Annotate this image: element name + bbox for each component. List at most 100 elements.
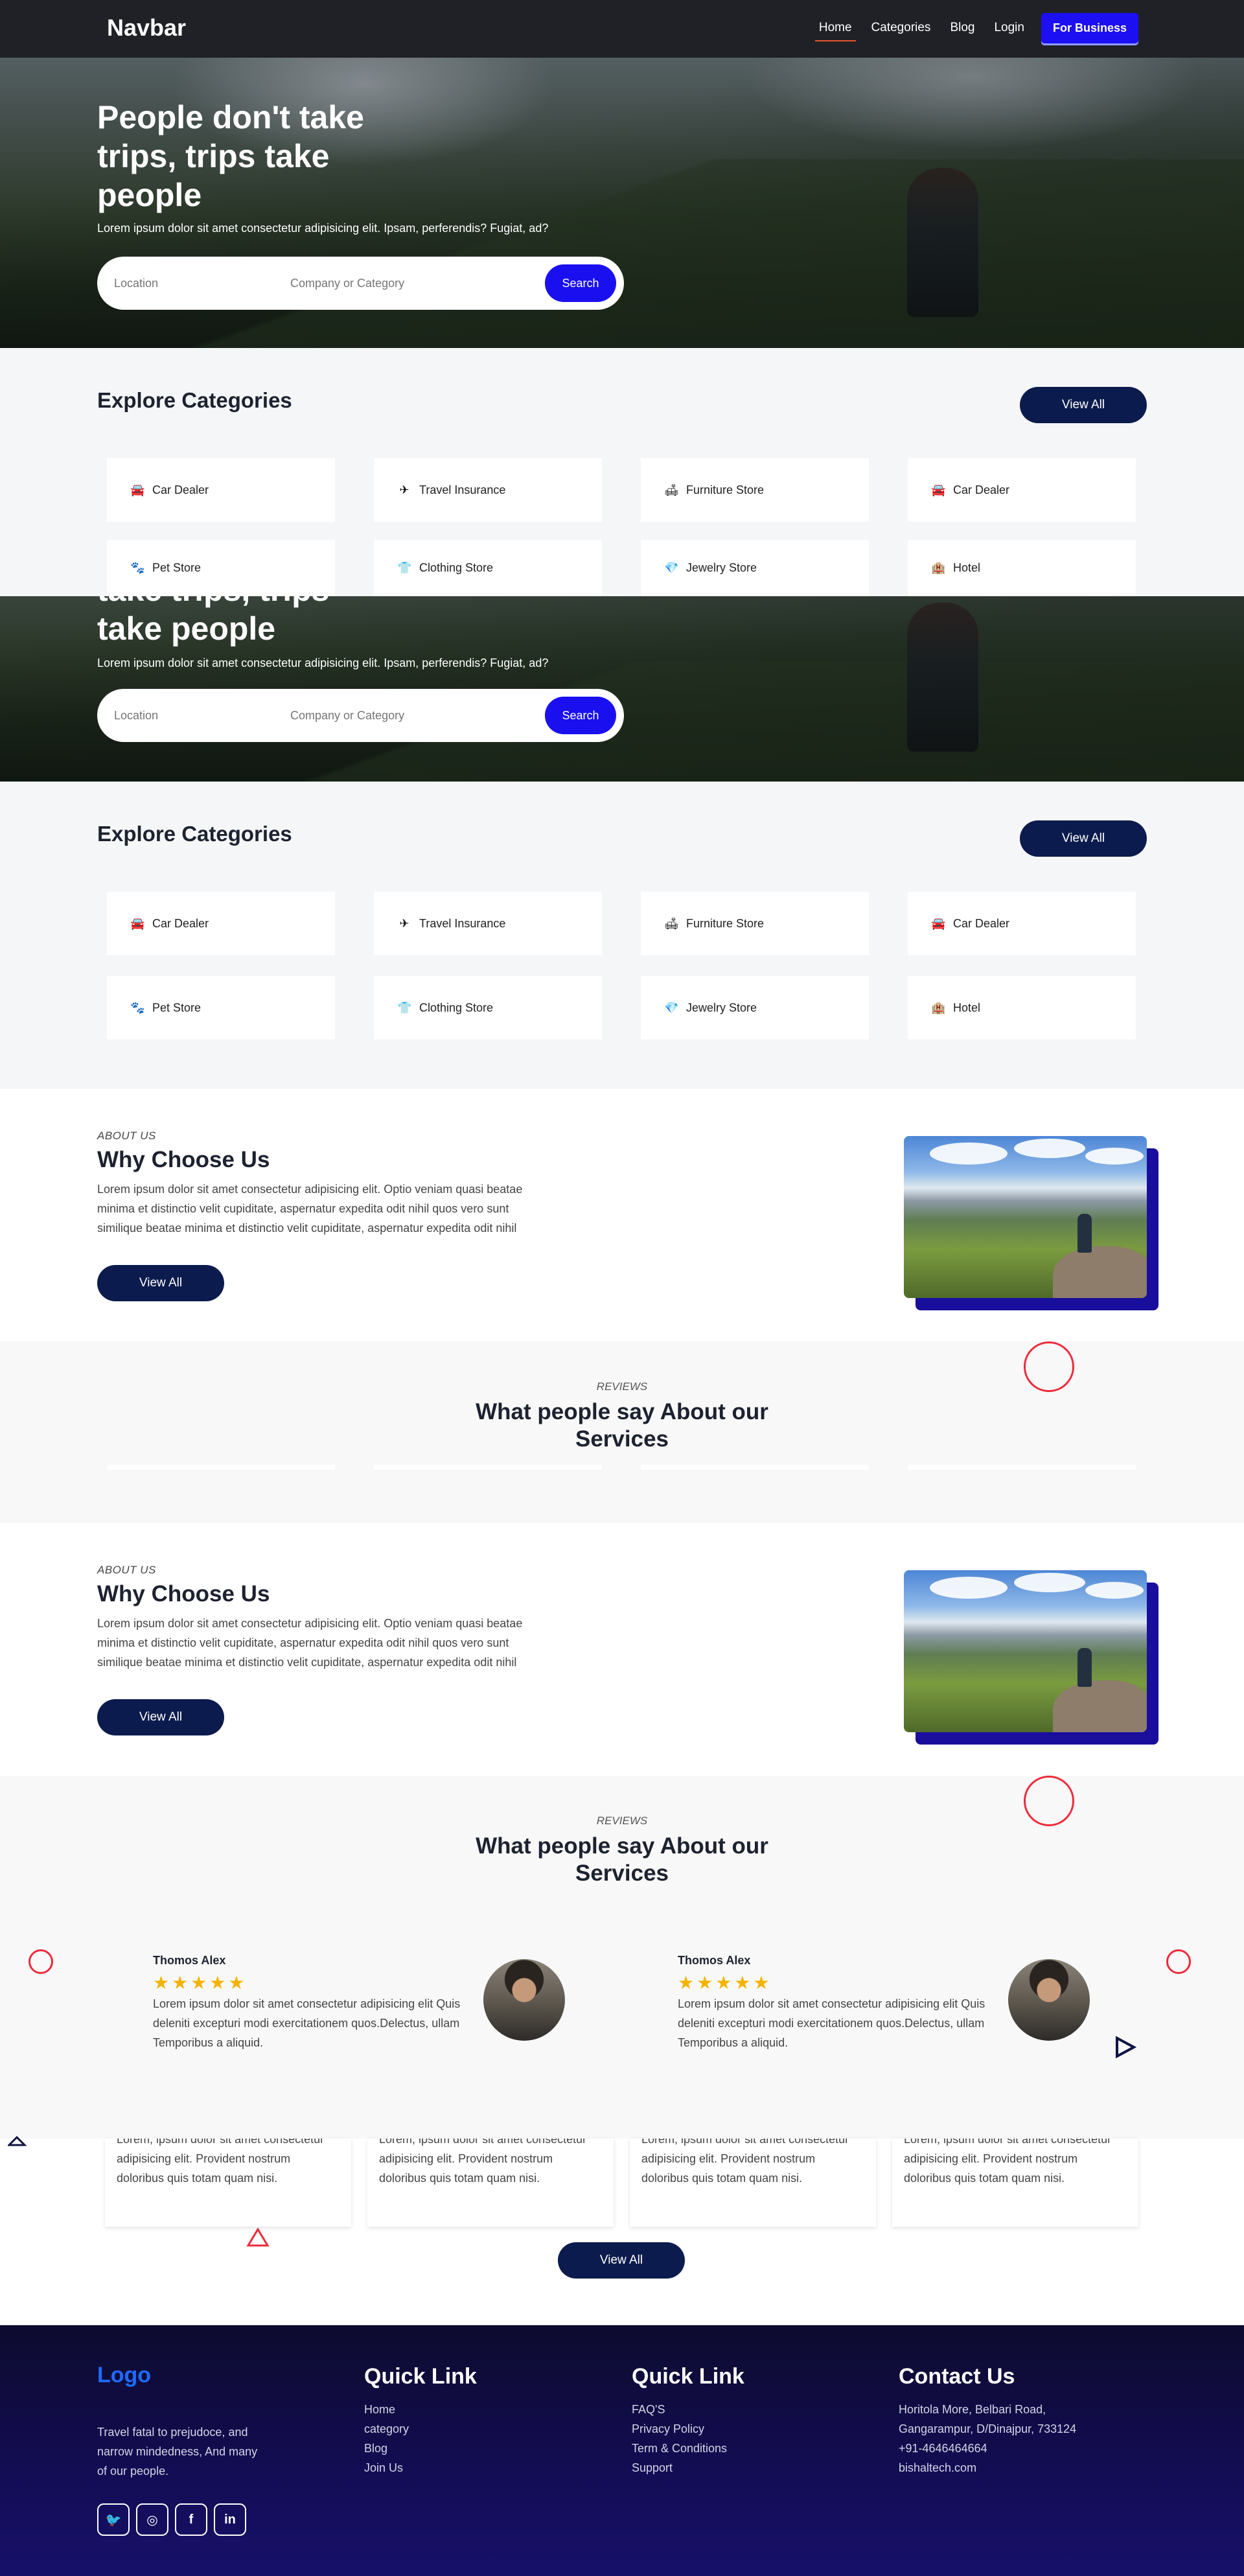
category-card[interactable]: ✈ Travel Insurance xyxy=(374,892,602,955)
decor-triangle xyxy=(246,2227,270,2247)
testimonial-card: Lorem, ipsum dolor sit amet consectetur … xyxy=(105,2139,351,2227)
airplane-icon: ✈ xyxy=(399,483,409,496)
footer-link[interactable]: Privacy Policy xyxy=(632,2419,744,2439)
navbar: Navbar Home Categories Blog Login For Bu… xyxy=(0,0,1244,58)
avatar xyxy=(1008,1959,1090,2041)
review-card: Thomos Alex ★★★★★ Lorem ipsum dolor sit … xyxy=(678,1954,1092,2051)
twitter-icon[interactable]: 🐦 xyxy=(97,2503,130,2536)
nav-login[interactable]: Login xyxy=(987,12,1031,44)
gem-icon: 💎 xyxy=(664,1001,679,1014)
about-title: Why Choose Us xyxy=(97,1581,270,1607)
search-bar: Search xyxy=(97,257,624,310)
footer-heading: Contact Us xyxy=(899,2364,1015,2389)
hiker-mountain-image xyxy=(904,1136,1147,1298)
gem-icon: 💎 xyxy=(664,561,679,574)
category-input[interactable] xyxy=(290,708,545,723)
category-card[interactable]: 🚘 Car Dealer xyxy=(107,892,335,955)
about-view-all-button[interactable]: View All xyxy=(97,1699,224,1735)
navbar-brand[interactable]: Navbar xyxy=(107,14,186,41)
nav-categories[interactable]: Categories xyxy=(865,12,938,44)
category-card[interactable]: 🚘 Car Dealer xyxy=(107,458,335,522)
category-card[interactable]: 💎 Jewelry Store xyxy=(641,540,869,596)
categories-view-all-button[interactable]: View All xyxy=(1020,820,1147,857)
footer-logo[interactable]: Logo xyxy=(97,2363,151,2388)
paw-icon: 🐾 xyxy=(130,561,145,574)
footer-link[interactable]: category xyxy=(364,2419,477,2439)
contact-phone[interactable]: +91-4646464664 xyxy=(899,2439,1076,2458)
testimonial-card: Lorem, ipsum dolor sit amet consectetur … xyxy=(367,2139,614,2227)
footer-link[interactable]: Term & Conditions xyxy=(632,2439,744,2458)
footer-heading: Quick Link xyxy=(632,2364,744,2389)
about-eyebrow: ABOUT US xyxy=(97,1564,156,1576)
decor-circle xyxy=(1166,1949,1191,1974)
category-card[interactable]: 🏨 Hotel xyxy=(908,976,1136,1039)
for-business-button[interactable]: For Business xyxy=(1041,12,1138,43)
location-input[interactable] xyxy=(114,276,290,290)
categories-section-repeat: Explore Categories View All 🚘 Car Dealer … xyxy=(0,782,1244,1089)
category-card[interactable]: 🛋 Furniture Store xyxy=(641,892,869,955)
hero-section: People don't take trips, trips take peop… xyxy=(0,58,1244,348)
category-card[interactable]: 🛋 Furniture Store xyxy=(641,458,869,522)
hiker-mountain-image xyxy=(904,1570,1147,1732)
footer-heading: Quick Link xyxy=(364,2364,477,2389)
footer-tagline: Travel fatal to prejudoce, and narrow mi… xyxy=(97,2426,258,2477)
location-input[interactable] xyxy=(114,708,290,723)
instagram-icon[interactable]: ◎ xyxy=(136,2503,168,2536)
category-card[interactable]: 👕 Clothing Store xyxy=(374,540,602,596)
reviewer-name: Thomos Alex xyxy=(678,1954,751,1967)
hero-title-repeat: take trips, trips take people xyxy=(97,596,329,647)
review-text: Lorem ipsum dolor sit amet consectetur a… xyxy=(153,1997,461,2049)
nav-blog[interactable]: Blog xyxy=(943,12,981,44)
footer-link[interactable]: Support xyxy=(632,2458,744,2477)
linkedin-icon[interactable]: in xyxy=(214,2503,246,2536)
avatar xyxy=(483,1959,565,2041)
about-section-repeat: ABOUT US Why Choose Us Lorem ipsum dolor… xyxy=(0,1523,1244,1776)
category-card[interactable]: 🚘 Car Dealer xyxy=(908,458,1136,522)
reviews-section: REVIEWS What people say About our Servic… xyxy=(0,1341,1244,1523)
nav-links: Home Categories Blog Login For Business xyxy=(812,12,1138,44)
categories-title: Explore Categories xyxy=(97,822,292,846)
category-card[interactable]: 🐾 Pet Store xyxy=(107,976,335,1039)
category-card[interactable]: 💎 Jewelry Store xyxy=(641,976,869,1039)
hotel-icon: 🏨 xyxy=(931,1001,946,1014)
reviews-title: What people say About our Services xyxy=(476,1399,768,1452)
sofa-icon: 🛋 xyxy=(664,916,679,930)
about-eyebrow: ABOUT US xyxy=(97,1130,156,1142)
footer-link[interactable]: Blog xyxy=(364,2439,477,2458)
category-card[interactable]: 👕 Clothing Store xyxy=(374,976,602,1039)
car-icon: 🚘 xyxy=(130,916,145,930)
categories-section: Explore Categories View All 🚘 Car Dealer … xyxy=(0,348,1244,596)
footer-link[interactable]: Home xyxy=(364,2400,477,2419)
category-card[interactable]: ✈ Travel Insurance xyxy=(374,458,602,522)
category-card[interactable]: 🚘 Car Dealer xyxy=(908,892,1136,955)
hero-title: People don't take trips, trips take peop… xyxy=(97,99,364,213)
car-icon: 🚘 xyxy=(130,483,145,496)
categories-view-all-button[interactable]: View All xyxy=(1020,387,1147,423)
search-bar: Search xyxy=(97,689,624,742)
paw-icon: 🐾 xyxy=(130,1001,145,1014)
testimonial-card: Lorem, ipsum dolor sit amet consectetur … xyxy=(892,2139,1138,2227)
airplane-icon: ✈ xyxy=(399,916,409,930)
category-card[interactable]: 🐾 Pet Store xyxy=(107,540,335,596)
testimonials-view-all-button[interactable]: View All xyxy=(558,2242,685,2279)
nav-home[interactable]: Home xyxy=(812,12,858,44)
tshirt-icon: 👕 xyxy=(397,1001,412,1014)
footer-quick-links-2: Quick Link FAQ'S Privacy Policy Term & C… xyxy=(632,2364,744,2477)
decor-circle xyxy=(29,1949,53,1974)
category-input[interactable] xyxy=(290,276,545,290)
search-button[interactable]: Search xyxy=(545,264,616,302)
about-title: Why Choose Us xyxy=(97,1147,270,1172)
facebook-icon[interactable]: f xyxy=(175,2503,207,2536)
next-arrow-icon[interactable] xyxy=(1114,2036,1136,2058)
hero-section-repeat: take trips, trips take people Lorem ipsu… xyxy=(0,596,1244,782)
car-icon: 🚘 xyxy=(931,916,946,930)
contact-website[interactable]: bishaltech.com xyxy=(899,2458,1076,2477)
about-view-all-button[interactable]: View All xyxy=(97,1265,224,1301)
footer: Logo Travel fatal to prejudoce, and narr… xyxy=(0,2325,1244,2576)
about-section: ABOUT US Why Choose Us Lorem ipsum dolor… xyxy=(0,1089,1244,1341)
category-card[interactable]: 🏨 Hotel xyxy=(908,540,1136,596)
footer-link[interactable]: Join Us xyxy=(364,2458,477,2477)
footer-link[interactable]: FAQ'S xyxy=(632,2400,744,2419)
decor-circle xyxy=(1024,1776,1074,1826)
search-button[interactable]: Search xyxy=(545,697,616,734)
